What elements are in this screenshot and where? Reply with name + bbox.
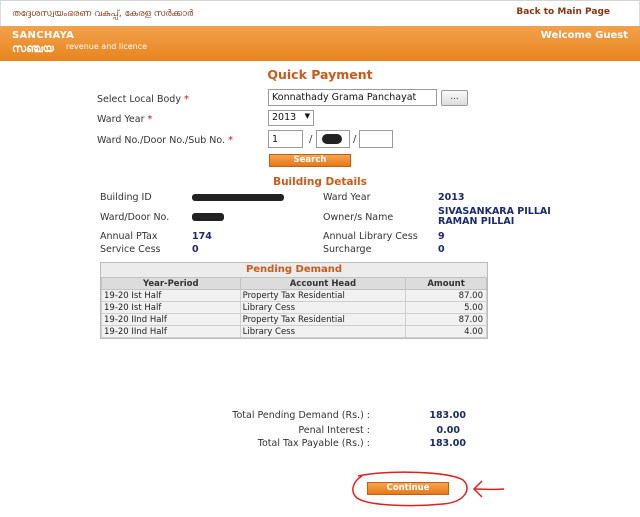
required-mark: * — [147, 114, 153, 125]
table-row: 19-20 Ist Half Library Cess 5.00 — [101, 301, 487, 314]
library-cess-label: Annual Library Cess — [323, 231, 418, 242]
column-header: Account Head — [239, 277, 407, 290]
local-body-input[interactable] — [268, 89, 437, 106]
owner-name-line2: RAMAN PILLAI — [438, 216, 515, 227]
cell-period: 19-20 IInd Half — [101, 313, 241, 326]
annual-ptax-value: 174 — [192, 231, 212, 242]
ward-year-label-2: Ward Year — [323, 192, 371, 203]
separator: / — [309, 134, 313, 145]
cell-amount: 5.00 — [405, 301, 487, 314]
chevron-down-icon: ▼ — [304, 112, 310, 120]
red-circle-annotation — [352, 471, 468, 507]
cell-account-head: Library Cess — [239, 301, 407, 314]
sanchaya-logo: SANCHAYA സഞ്ചയ revenue and licence — [12, 29, 147, 55]
total-payable-value: 183.00 — [429, 438, 466, 449]
table-row: 19-20 Ist Half Property Tax Residential … — [101, 289, 487, 302]
welcome-text: Welcome Guest — [540, 30, 628, 41]
cell-period: 19-20 Ist Half — [101, 289, 241, 302]
ward-year-label: Ward Year * — [97, 114, 152, 125]
local-body-label: Select Local Body * — [97, 94, 189, 105]
cell-amount: 4.00 — [405, 325, 487, 338]
required-mark: * — [183, 94, 189, 105]
surcharge-label: Surcharge — [323, 244, 372, 255]
total-pending-value: 183.00 — [429, 410, 466, 421]
ward-door-label: Ward No./Door No./Sub No. * — [97, 135, 233, 146]
annual-ptax-label: Annual PTax — [100, 231, 158, 242]
ward-no-input[interactable] — [268, 130, 303, 148]
total-payable-label: Total Tax Payable (Rs.) : — [257, 438, 370, 449]
app-header: SANCHAYA സഞ്ചയ revenue and licence Welco… — [0, 26, 640, 61]
separator: / — [353, 134, 357, 145]
ward-year-label-text: Ward Year — [97, 114, 145, 125]
service-cess-label: Service Cess — [100, 244, 161, 255]
table-header-row: Year-Period Account Head Amount — [101, 277, 487, 290]
red-arrow-annotation — [472, 480, 505, 498]
ward-door-redacted — [192, 213, 224, 221]
sub-no-input[interactable] — [359, 130, 393, 148]
ward-year-select[interactable]: 2013 ▼ — [268, 110, 314, 126]
penal-interest-label: Penal Interest : — [298, 425, 370, 436]
building-id-redacted — [192, 194, 284, 201]
library-cess-value: 9 — [438, 231, 445, 242]
surcharge-value: 0 — [438, 244, 445, 255]
ward-year-selected: 2013 — [272, 112, 297, 123]
cell-account-head: Library Cess — [239, 325, 407, 338]
owner-name-label: Owner/s Name — [323, 212, 394, 223]
cell-amount: 87.00 — [405, 313, 487, 326]
column-header: Year-Period — [101, 277, 241, 290]
column-header: Amount — [405, 277, 487, 290]
cell-account-head: Property Tax Residential — [239, 289, 407, 302]
ward-year-value: 2013 — [438, 192, 465, 203]
building-details-title: Building Details — [273, 176, 367, 188]
cell-account-head: Property Tax Residential — [239, 313, 407, 326]
local-body-label-text: Select Local Body — [97, 94, 181, 105]
logo-brand-mal: സഞ്ചയ — [12, 42, 54, 55]
service-cess-value: 0 — [192, 244, 199, 255]
back-to-main-link[interactable]: Back to Main Page — [516, 7, 610, 17]
logo-tagline: revenue and licence — [66, 42, 148, 51]
browse-local-body-button[interactable]: ... — [441, 90, 468, 106]
pending-demand-table: Year-Period Account Head Amount 19-20 Is… — [101, 277, 487, 338]
table-row: 19-20 IInd Half Property Tax Residential… — [101, 313, 487, 326]
pending-demand-panel: Pending Demand Year-Period Account Head … — [100, 262, 488, 339]
ward-door-label-2: Ward/Door No. — [100, 212, 170, 223]
hand-drawn-circle — [352, 471, 468, 507]
page-title: Quick Payment — [267, 67, 373, 82]
search-button[interactable]: Search — [269, 154, 351, 167]
penal-interest-value: 0.00 — [436, 425, 460, 436]
table-row: 19-20 IInd Half Library Cess 4.00 — [101, 325, 487, 338]
ward-door-label-text: Ward No./Door No./Sub No. — [97, 135, 226, 146]
logo-brand-en: SANCHAYA — [12, 30, 75, 41]
cell-amount: 87.00 — [405, 289, 487, 302]
pending-demand-title: Pending Demand — [101, 263, 487, 277]
cell-period: 19-20 IInd Half — [101, 325, 241, 338]
building-id-label: Building ID — [100, 192, 152, 203]
department-title: തദ്ദേശസ്വയംഭരണ വകുപ്പ്, കേരള സർക്കാർ — [12, 9, 194, 19]
total-pending-label: Total Pending Demand (Rs.) : — [232, 410, 370, 421]
cell-period: 19-20 Ist Half — [101, 301, 241, 314]
redaction-mark — [322, 134, 342, 144]
required-mark: * — [228, 135, 233, 146]
